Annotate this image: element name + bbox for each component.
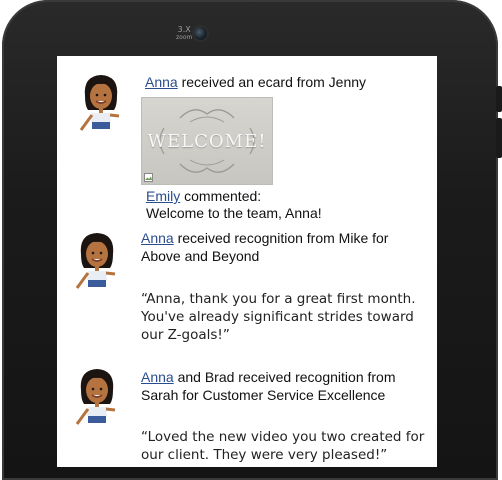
ecard-title: WELCOME!: [147, 131, 267, 152]
user-link-anna[interactable]: Anna: [141, 369, 174, 385]
user-link-anna[interactable]: Anna: [145, 74, 178, 90]
recognition-quote: “Loved the new video you two created for…: [141, 429, 425, 463]
volume-button[interactable]: [496, 86, 502, 112]
comment: Emily commented: Welcome to the team, An…: [146, 188, 431, 222]
feed-item-headline: Anna received an ecard from Jenny: [145, 73, 430, 91]
user-link-anna[interactable]: Anna: [141, 230, 174, 246]
headline-text-line2: Sarah for Customer Service Excellence: [141, 387, 386, 403]
feed-item-recognition: Anna and Brad received recognition from …: [57, 362, 437, 467]
camera-icon: [194, 27, 207, 40]
recognition-quote: “Anna, thank you for a great first month…: [141, 291, 416, 343]
avatar: [75, 369, 116, 433]
activity-feed: Anna received an ecard from Jenny WELCOM…: [57, 56, 437, 467]
comment-text: Welcome to the team, Anna!: [146, 205, 322, 221]
feed-item-headline: Anna and Brad received recognition from …: [141, 368, 435, 404]
avatar: [79, 75, 120, 139]
headline-text: received an ecard from Jenny: [177, 74, 367, 90]
camera-label: 3.X zoom: [176, 25, 193, 42]
feed-item-ecard: Anna received an ecard from Jenny WELCOM…: [57, 56, 437, 226]
ecard-image[interactable]: WELCOME!: [141, 97, 273, 185]
comment-header: Emily commented:: [146, 188, 431, 205]
headline-text: received recognition from Mike for: [173, 230, 389, 246]
headline-text: and Brad received recognition from: [173, 369, 396, 385]
avatar: [75, 233, 116, 297]
user-link-emily[interactable]: Emily: [146, 188, 180, 204]
headline-text-line2: Above and Beyond: [141, 248, 260, 264]
broken-image-icon: [144, 173, 153, 182]
power-button[interactable]: [496, 118, 502, 158]
feed-item-headline: Anna received recognition from Mike for …: [141, 229, 431, 265]
tablet-device: 3.X zoom Anna received an ecard from Jen…: [0, 0, 502, 480]
feed-item-recognition: Anna received recognition from Mike for …: [57, 224, 437, 354]
comment-prefix: commented:: [180, 188, 262, 204]
